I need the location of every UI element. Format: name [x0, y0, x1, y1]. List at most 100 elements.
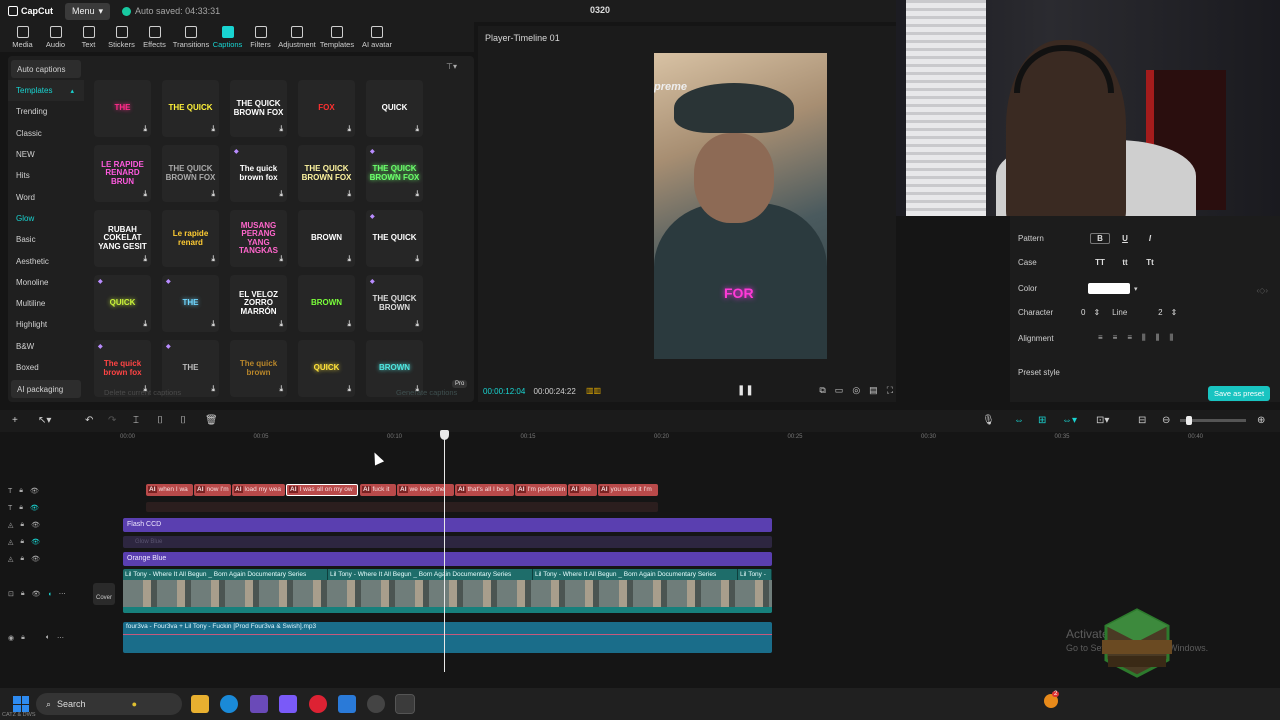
menu-button[interactable]: Menu ▾ — [65, 2, 111, 20]
caption-clip[interactable]: AI fuck it — [360, 484, 396, 496]
chrome-icon[interactable] — [309, 695, 327, 713]
fullscreen-icon[interactable]: ⛶ — [887, 385, 893, 396]
split-left-icon[interactable]: ⌷ — [157, 415, 163, 426]
caption-track-icon[interactable]: ⊟ — [1138, 415, 1146, 426]
zoom-in-icon[interactable]: ⊕ — [1257, 415, 1265, 426]
download-icon[interactable]: ⤓ — [347, 189, 351, 199]
caption-template-tile[interactable]: ◆ THE ⤓ — [162, 275, 219, 332]
magnet-icon[interactable]: ⊞ — [1038, 415, 1046, 426]
lock-icon[interactable]: 🔒︎ — [21, 634, 25, 642]
timeline-ruler[interactable]: 00:00 00:05 00:10 00:15 00:20 00:25 00:30 00:35… — [120, 432, 1280, 444]
bold-button[interactable]: B — [1090, 233, 1110, 244]
category-templates[interactable]: Templates ▴ — [8, 80, 84, 102]
download-icon[interactable]: ⤓ — [347, 124, 351, 134]
stepper-icon[interactable]: ⇕ — [1171, 308, 1178, 317]
obs-icon[interactable] — [367, 695, 385, 713]
uppercase-button[interactable]: TT — [1090, 258, 1110, 267]
link-icon[interactable]: ⇔ — [1014, 415, 1024, 426]
lock-icon[interactable]: 🔒︎ — [21, 590, 25, 598]
eye-icon[interactable]: 👁︎ — [30, 487, 39, 495]
lock-icon[interactable]: 🔒︎ — [20, 555, 24, 563]
download-icon[interactable]: ⤓ — [143, 189, 147, 199]
speaker-icon[interactable]: 🔈︎ — [46, 634, 50, 642]
video-preview[interactable]: preme FOR — [654, 53, 827, 359]
generate-captions-button[interactable]: Generate captions — [396, 388, 457, 397]
eye-icon[interactable]: 👁︎ — [30, 504, 39, 512]
lowercase-button[interactable]: tt — [1115, 258, 1135, 267]
caption-template-tile[interactable]: RUBAH COKELAT YANG GESIT ⤓ — [94, 210, 151, 267]
cover-button[interactable]: Cover — [93, 583, 115, 605]
lock-icon[interactable]: 🔒︎ — [20, 521, 24, 529]
download-icon[interactable]: ⤓ — [279, 124, 283, 134]
download-icon[interactable]: ⤓ — [415, 124, 419, 134]
category-b-w[interactable]: B&W — [8, 336, 84, 357]
chevron-down-icon[interactable]: ▾ — [1134, 285, 1138, 293]
select-tool-icon[interactable]: ↖▾ — [38, 415, 51, 426]
lock-icon[interactable]: 🔒︎ — [19, 487, 23, 495]
line-spacing-field[interactable]: 2 ⇕ — [1158, 308, 1177, 317]
effect-clip-flash-ccd[interactable]: Flash CCD — [123, 518, 772, 532]
tool-effects[interactable]: Effects — [138, 22, 171, 52]
audio-link-icon[interactable]: ◖ — [48, 591, 52, 598]
download-icon[interactable]: ⤓ — [211, 124, 215, 134]
zoom-slider[interactable] — [1180, 416, 1246, 425]
tool-audio[interactable]: Audio — [39, 22, 72, 52]
stepper-icon[interactable]: ⇕ — [1093, 308, 1100, 317]
split-right-icon[interactable]: ⌷ — [180, 415, 186, 426]
timeline-bars-icon[interactable]: ▥▥ — [586, 386, 601, 395]
caption-clip[interactable]: AI now I'm — [194, 484, 231, 496]
pause-button[interactable]: ❚❚ — [737, 385, 754, 396]
caption-clip[interactable]: AI she — [568, 484, 597, 496]
italic-button[interactable]: I — [1140, 234, 1160, 243]
category-hits[interactable]: Hits — [8, 165, 84, 186]
zoom-slider-knob[interactable] — [1186, 416, 1192, 425]
caption-template-tile[interactable]: THE ⤓ — [94, 80, 151, 137]
color-swatch[interactable] — [1088, 283, 1130, 294]
eye-icon[interactable]: 👁︎ — [31, 521, 40, 529]
redo-icon[interactable]: ↷ — [108, 415, 116, 426]
caption-clip[interactable]: AI I was all on my ow — [286, 484, 358, 496]
save-as-preset-button[interactable]: Save as preset — [1208, 386, 1271, 401]
category-basic[interactable]: Basic — [8, 229, 84, 250]
download-icon[interactable]: ⤓ — [143, 254, 147, 264]
video-clip[interactable]: Lil Tony - Where It All Begun _ Born Aga… — [123, 569, 772, 613]
file-explorer-icon[interactable] — [191, 695, 209, 713]
caption-template-tile[interactable]: BROWN ⤓ — [298, 210, 355, 267]
caption-template-tile[interactable]: THE QUICK ⤓ — [162, 80, 219, 137]
photos-icon[interactable] — [338, 695, 356, 713]
taskbar-search[interactable]: ⌕ Search ● — [36, 693, 182, 715]
caption-clip[interactable]: AI you want it I'm — [598, 484, 658, 496]
screenshot-icon[interactable]: ◎ — [852, 385, 860, 396]
caption-template-tile[interactable]: ◆ THE QUICK BROWN FOX ⤓ — [366, 145, 423, 202]
download-icon[interactable]: ⤓ — [279, 319, 283, 329]
grid-app-icon[interactable] — [279, 695, 297, 713]
effect-clip-glow-blue[interactable]: Glow Blue — [123, 536, 772, 548]
lock-icon[interactable]: 🔒︎ — [19, 504, 23, 512]
tool-filters[interactable]: Filters — [244, 22, 277, 52]
capcut-taskbar-icon[interactable] — [395, 694, 415, 714]
caption-template-tile[interactable]: THE QUICK BROWN FOX ⤓ — [298, 145, 355, 202]
download-icon[interactable]: ⤓ — [347, 319, 351, 329]
ratio-icon[interactable]: ▭ — [835, 385, 844, 396]
keyframe-diamond-icon[interactable]: ‹◇› — [1257, 286, 1268, 295]
download-icon[interactable]: ⤓ — [415, 254, 419, 264]
category-auto-captions[interactable]: Auto captions — [11, 60, 81, 78]
delete-captions-button[interactable]: Delete current captions — [104, 388, 181, 397]
eye-icon[interactable]: 👁︎ — [32, 590, 41, 598]
caption-template-tile[interactable]: ◆ THE QUICK BROWN ⤓ — [366, 275, 423, 332]
category-classic[interactable]: Classic — [8, 123, 84, 144]
delete-icon[interactable]: 🗑 — [205, 415, 218, 426]
category-multiline[interactable]: Multiline — [8, 293, 84, 314]
caption-clip[interactable]: AI load my wea — [232, 484, 285, 496]
caption-template-tile[interactable]: THE QUICK BROWN FOX ⤓ — [162, 145, 219, 202]
snap-icon[interactable]: ⇔▾ — [1062, 415, 1077, 426]
category-aesthetic[interactable]: Aesthetic — [8, 250, 84, 271]
caption-clip[interactable]: AI I'm performin — [515, 484, 567, 496]
add-track-icon[interactable]: + — [12, 415, 18, 426]
app-icon[interactable] — [250, 695, 268, 713]
caption-clip[interactable]: AI when I wa — [146, 484, 193, 496]
more-icon[interactable]: ⋯ — [59, 590, 66, 598]
lock-icon[interactable]: 🔒︎ — [20, 538, 24, 546]
category-new[interactable]: NEW — [8, 144, 84, 165]
download-icon[interactable]: ⤓ — [143, 124, 147, 134]
